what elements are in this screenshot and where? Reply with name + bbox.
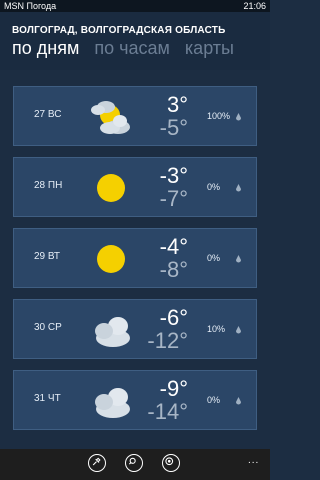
pivot-hourly[interactable]: по часам xyxy=(94,38,170,59)
day-label: 31 ЧТ xyxy=(34,393,61,404)
location-title: ВОЛГОГРАД, ВОЛГОГРАДСКАЯ ОБЛАСТЬ xyxy=(12,25,226,36)
temp-high: -6° xyxy=(159,305,188,330)
precip-chance: 0% xyxy=(207,182,221,192)
sun-icon xyxy=(97,174,125,202)
status-bar: MSN Погода 21:06 xyxy=(0,0,270,12)
location-icon xyxy=(165,457,174,466)
pin-button[interactable] xyxy=(88,454,106,472)
temp-high: -3° xyxy=(159,163,188,188)
app-bar: ... xyxy=(0,449,270,480)
status-app-name: MSN Погода xyxy=(4,1,57,11)
day-card[interactable]: 30 СР -6° -12° 10% xyxy=(13,299,257,359)
status-time: 21:06 xyxy=(243,1,266,11)
temp-low: -7° xyxy=(159,186,188,211)
pivot-daily[interactable]: по дням xyxy=(12,38,79,59)
precip-chance: 0% xyxy=(207,253,221,263)
raindrop-icon xyxy=(236,397,241,405)
day-label: 29 ВТ xyxy=(34,251,61,262)
day-label: 27 ВС xyxy=(34,109,62,120)
precip-chance: 100% xyxy=(207,111,231,121)
sun-cloud-icon xyxy=(91,101,130,134)
pin-icon xyxy=(92,457,101,466)
day-label: 28 ПН xyxy=(34,180,63,191)
day-card[interactable]: 29 ВТ -4° -8° 0% xyxy=(13,228,257,288)
cloud-icon xyxy=(95,388,130,418)
pivot-tabs: по дням по часам карты xyxy=(12,38,244,59)
cloud-icon xyxy=(95,317,130,347)
raindrop-icon xyxy=(236,326,241,334)
precip-chance: 10% xyxy=(207,324,226,334)
temp-low: -5° xyxy=(159,115,188,140)
search-button[interactable] xyxy=(125,454,143,472)
header: ВОЛГОГРАД, ВОЛГОГРАДСКАЯ ОБЛАСТЬ по дням… xyxy=(0,12,270,70)
raindrop-icon xyxy=(236,184,241,192)
raindrop-icon xyxy=(236,113,241,121)
temp-high: -9° xyxy=(159,376,188,401)
pivot-maps[interactable]: карты xyxy=(185,38,234,59)
raindrop-icon xyxy=(236,255,241,263)
more-menu-button[interactable]: ... xyxy=(248,455,259,466)
temp-low: -8° xyxy=(159,257,188,282)
sun-icon xyxy=(97,245,125,273)
temp-low: -14° xyxy=(147,399,188,424)
search-icon xyxy=(128,457,136,465)
location-button[interactable] xyxy=(162,454,180,472)
day-label: 30 СР xyxy=(34,322,62,333)
day-card[interactable]: 27 ВС 3° -5° 100% xyxy=(13,86,257,146)
temp-high: -4° xyxy=(159,234,188,259)
day-card[interactable]: 28 ПН -3° -7° 0% xyxy=(13,157,257,217)
precip-chance: 0% xyxy=(207,395,221,405)
temp-high: 3° xyxy=(166,92,188,117)
day-card[interactable]: 31 ЧТ -9° -14° 0% xyxy=(13,370,257,430)
temp-low: -12° xyxy=(147,328,188,353)
